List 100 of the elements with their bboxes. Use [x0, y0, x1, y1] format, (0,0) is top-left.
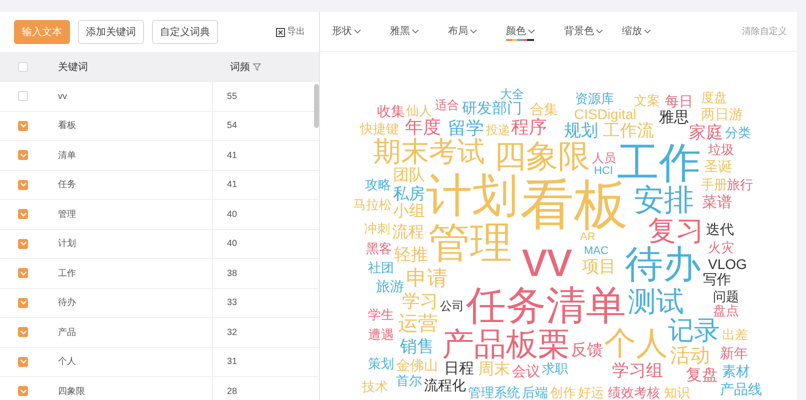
- word-cloud-word[interactable]: 适合: [435, 99, 459, 111]
- dropdown-menu[interactable]: 布局: [448, 24, 506, 39]
- word-cloud-word[interactable]: 合集: [530, 102, 558, 116]
- dropdown-menu[interactable]: 颜色: [506, 24, 564, 39]
- scrollbar-thumb[interactable]: [314, 84, 319, 128]
- word-cloud-word[interactable]: 金佛山: [396, 358, 438, 372]
- word-cloud-word[interactable]: 手册: [701, 178, 727, 191]
- word-cloud-word[interactable]: 知识: [664, 386, 690, 399]
- word-cloud-word[interactable]: 私房: [393, 187, 425, 203]
- word-cloud-word[interactable]: 遭遇: [368, 328, 394, 341]
- checkbox[interactable]: [18, 327, 28, 338]
- checkbox[interactable]: [18, 62, 28, 72]
- word-cloud-word[interactable]: 冲刺: [364, 222, 390, 235]
- word-cloud-word[interactable]: 会议: [512, 364, 540, 378]
- word-cloud-word[interactable]: 产品板栗: [442, 328, 570, 360]
- word-cloud-word[interactable]: 迭代: [706, 222, 734, 236]
- clear-custom-link[interactable]: 清除自定义: [742, 24, 787, 38]
- word-cloud-word[interactable]: 周末: [478, 362, 510, 378]
- word-cloud-word[interactable]: 首尔: [396, 374, 422, 387]
- checkbox[interactable]: [18, 120, 28, 131]
- word-cloud-word[interactable]: 运营: [398, 314, 438, 334]
- word-cloud-word[interactable]: 旅游: [376, 279, 404, 293]
- input-text-button[interactable]: 输入文本: [14, 20, 70, 44]
- word-cloud-word[interactable]: 日程: [444, 361, 474, 376]
- toolbar-button[interactable]: 自定义词典: [152, 20, 218, 44]
- word-cloud-word[interactable]: 申请: [406, 268, 448, 289]
- word-cloud-word[interactable]: 期末考试: [373, 138, 485, 166]
- word-cloud-word[interactable]: 求职: [542, 362, 568, 375]
- word-cloud-word[interactable]: 研发部门: [462, 101, 522, 116]
- word-cloud-word[interactable]: 后端: [522, 386, 548, 399]
- word-cloud-word[interactable]: 出差: [722, 328, 748, 341]
- word-cloud-word[interactable]: 圣诞: [704, 159, 732, 173]
- word-cloud-word[interactable]: 资源库: [575, 92, 614, 105]
- word-cloud-word[interactable]: 人员: [592, 152, 616, 164]
- word-cloud-word[interactable]: 反馈: [571, 343, 603, 359]
- word-cloud-word[interactable]: 任务清单: [466, 286, 626, 326]
- checkbox[interactable]: [18, 91, 28, 102]
- word-cloud-word[interactable]: 收集: [377, 104, 405, 118]
- checkbox[interactable]: [18, 180, 28, 190]
- export-button[interactable]: 导出: [276, 25, 305, 39]
- word-cloud-word[interactable]: 仙人: [406, 104, 432, 117]
- word-cloud-word[interactable]: 个人: [604, 327, 668, 359]
- word-cloud-word[interactable]: 管理系统: [468, 386, 520, 399]
- word-cloud-word[interactable]: 复盘: [686, 368, 718, 384]
- word-cloud-word[interactable]: 文案: [634, 94, 660, 107]
- word-cloud-word[interactable]: 流程: [392, 225, 424, 241]
- dropdown-menu[interactable]: 形状: [332, 24, 390, 39]
- word-cloud-word[interactable]: 轻推: [394, 246, 428, 263]
- word-cloud-word[interactable]: 分类: [725, 126, 751, 139]
- word-cloud-word[interactable]: 创作: [550, 386, 576, 399]
- word-cloud-word[interactable]: 攻略: [365, 178, 391, 191]
- checkbox[interactable]: [18, 386, 28, 396]
- word-cloud-word[interactable]: 素材: [722, 364, 750, 378]
- word-cloud-word[interactable]: 团队: [393, 168, 425, 184]
- word-cloud-word[interactable]: 项目: [582, 258, 616, 275]
- word-cloud-word[interactable]: 学习组: [612, 362, 663, 379]
- word-cloud-word[interactable]: 学习: [402, 292, 438, 310]
- word-cloud-word[interactable]: 垃圾: [708, 143, 734, 156]
- word-cloud-word[interactable]: 写作: [703, 272, 731, 286]
- word-cloud-word[interactable]: 技术: [362, 380, 388, 393]
- word-cloud-word[interactable]: vv: [522, 234, 572, 284]
- word-cloud-word[interactable]: 复习: [648, 217, 704, 245]
- checkbox[interactable]: [18, 238, 28, 249]
- word-cloud-word[interactable]: 马拉松: [353, 198, 392, 211]
- word-cloud-word[interactable]: 两日游: [701, 107, 743, 121]
- word-cloud-word[interactable]: AR: [580, 232, 596, 243]
- word-cloud-word[interactable]: 大全: [500, 88, 524, 100]
- checkbox[interactable]: [18, 150, 28, 160]
- word-cloud-word[interactable]: 记录: [668, 317, 720, 343]
- word-cloud-word[interactable]: 公司: [440, 300, 464, 312]
- checkbox[interactable]: [18, 209, 28, 220]
- word-cloud-word[interactable]: 好运: [578, 386, 604, 399]
- word-cloud-word[interactable]: 小组: [393, 204, 425, 220]
- word-cloud-word[interactable]: 雅思: [659, 110, 689, 125]
- word-cloud-word[interactable]: 策划: [368, 357, 394, 370]
- word-cloud-word[interactable]: 社团: [368, 261, 394, 274]
- word-cloud-word[interactable]: 新年: [720, 346, 748, 360]
- word-cloud-word[interactable]: 火灾: [708, 241, 734, 254]
- word-cloud-word[interactable]: 盘点: [713, 304, 739, 317]
- word-cloud-word[interactable]: 管理: [428, 222, 512, 264]
- word-cloud-word[interactable]: 留学: [448, 119, 484, 137]
- word-cloud-word[interactable]: 绩效考核: [608, 386, 660, 399]
- word-cloud-word[interactable]: 销售: [400, 338, 434, 355]
- word-cloud-word[interactable]: 安排: [634, 186, 694, 216]
- word-cloud-word[interactable]: 度盘: [701, 91, 727, 104]
- word-cloud-word[interactable]: 待办: [625, 246, 701, 284]
- word-cloud-word[interactable]: 黑客: [366, 242, 392, 255]
- toolbar-button[interactable]: 添加关键词: [78, 20, 144, 44]
- word-cloud-word[interactable]: HCI: [594, 166, 613, 177]
- filter-icon[interactable]: [253, 63, 261, 71]
- word-cloud-word[interactable]: 程序: [511, 118, 547, 136]
- word-cloud-word[interactable]: 流程化: [424, 378, 466, 392]
- checkbox[interactable]: [18, 356, 28, 367]
- dropdown-menu[interactable]: 缩放: [622, 24, 680, 39]
- word-cloud-word[interactable]: CISDigital: [574, 107, 636, 121]
- word-cloud-word[interactable]: 测试: [628, 288, 684, 316]
- word-cloud-word[interactable]: 四象限: [494, 140, 590, 172]
- checkbox[interactable]: [18, 298, 28, 308]
- dropdown-menu[interactable]: 背景色: [564, 24, 622, 39]
- word-cloud-word[interactable]: 旅行: [727, 178, 753, 191]
